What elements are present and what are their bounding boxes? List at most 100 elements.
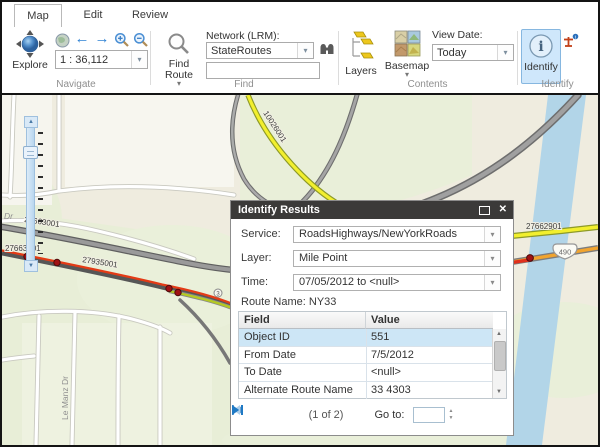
table-row[interactable]: Object ID 551	[239, 329, 493, 347]
field-cell: From Date	[239, 347, 367, 364]
arrow-left-icon: ←	[75, 30, 90, 47]
triangle-down-icon: ▼	[28, 263, 34, 269]
globe-icon	[55, 33, 70, 48]
table-scrollbar[interactable]: ▲ ▼	[492, 329, 506, 398]
layer-combobox[interactable]: Mile Point ▾	[293, 250, 501, 267]
slider-scale-ticks	[38, 132, 43, 254]
chevron-down-icon[interactable]: ▾	[484, 227, 500, 242]
network-lrm-value: StateRoutes	[211, 44, 295, 59]
shield-number-label: 490	[559, 248, 572, 257]
explore-label: Explore	[8, 59, 52, 71]
route-name-row: Route Name: NY33	[241, 296, 336, 308]
value-cell: <null>	[366, 364, 496, 381]
layer-label: Layer:	[241, 252, 272, 264]
explore-sphere-icon	[16, 30, 44, 58]
tab-edit[interactable]: Edit	[72, 4, 114, 26]
route-label-27662901: 27662901	[526, 222, 562, 231]
last-page-icon	[231, 404, 244, 416]
results-pager: (1 of 2) Go to: ▲ ▼	[231, 404, 513, 426]
group-label-navigate: Navigate	[2, 79, 150, 91]
identify-results-dialog: Identify Results ✕ Service: RoadsHighway…	[230, 200, 514, 436]
street-label-le-manz-dr: Le Manz Dr	[60, 376, 70, 420]
route-name-value: NY33	[309, 296, 337, 308]
next-extent-button[interactable]: →	[93, 32, 111, 46]
time-value: 07/05/2012 to <null>	[299, 275, 482, 289]
identify-info-icon: i	[528, 33, 554, 59]
full-extent-button[interactable]	[54, 33, 70, 49]
svg-text:i: i	[538, 39, 543, 55]
search-routes-button[interactable]	[318, 42, 336, 60]
value-cell: 7/5/2012	[366, 347, 496, 364]
group-separator	[150, 31, 151, 85]
scroll-up-icon[interactable]: ▲	[493, 329, 505, 340]
group-label-contents: Contents	[338, 79, 517, 91]
group-separator	[517, 31, 518, 85]
chevron-down-icon[interactable]: ▾	[484, 251, 500, 266]
value-cell: 551	[366, 329, 496, 346]
network-lrm-combobox[interactable]: StateRoutes ▾	[206, 42, 314, 59]
close-icon[interactable]: ✕	[499, 203, 507, 217]
scroll-down-icon[interactable]: ▼	[493, 387, 505, 398]
chevron-down-icon[interactable]: ▾	[497, 45, 513, 60]
dialog-title-bar[interactable]: Identify Results ✕	[231, 201, 513, 219]
zoom-in-icon	[114, 32, 130, 48]
table-row[interactable]: To Date <null>	[239, 364, 493, 382]
add-route-event-button[interactable]: i	[562, 33, 580, 52]
field-cell: Object ID	[239, 329, 367, 346]
value-cell: 33 4303	[366, 382, 496, 399]
map-scale-combobox[interactable]: 1 : 36,112 ▾	[55, 50, 148, 69]
previous-extent-button[interactable]: ←	[73, 32, 91, 46]
goto-page-input[interactable]	[413, 407, 445, 423]
time-combobox[interactable]: 07/05/2012 to <null> ▾	[293, 274, 501, 291]
zoom-in-button[interactable]	[113, 32, 130, 51]
field-cell: To Date	[239, 364, 367, 381]
tab-review[interactable]: Review	[124, 4, 176, 26]
map-canvas[interactable]: 490 3 27663001 27663101 27935001 2766290…	[2, 93, 598, 447]
chevron-down-icon[interactable]: ▾	[484, 275, 500, 290]
identify-button[interactable]: i Identify	[521, 29, 561, 84]
view-date-value: Today	[437, 46, 495, 61]
time-label: Time:	[241, 276, 268, 288]
map-scale-value: 1 : 36,112	[60, 52, 129, 69]
goto-label: Go to:	[374, 409, 404, 421]
ribbon-toolbar: Explore ← → 1 : 36,112	[2, 27, 598, 93]
slider-handle[interactable]	[23, 146, 38, 159]
table-row[interactable]: From Date 7/5/2012	[239, 347, 493, 365]
column-header-value[interactable]: Value	[366, 312, 493, 329]
zoom-out-icon	[133, 32, 149, 48]
triangle-up-icon: ▲	[28, 119, 34, 125]
service-value: RoadsHighways/NewYorkRoads	[299, 227, 482, 241]
layer-value: Mile Point	[299, 251, 482, 265]
spin-down-icon[interactable]: ▼	[448, 416, 453, 421]
chevron-down-icon[interactable]: ▾	[297, 43, 313, 58]
basemap-button[interactable]: Basemap ▾	[384, 30, 430, 78]
service-label: Service:	[241, 228, 281, 240]
application-window: Map Edit Review Explore ← →	[0, 0, 600, 447]
goto-spinner[interactable]: ▲ ▼	[448, 409, 453, 421]
spin-up-icon[interactable]: ▲	[448, 409, 453, 414]
find-route-magnifier-icon	[167, 32, 191, 56]
zoom-out-button[interactable]	[132, 32, 149, 51]
find-route-label: Find Route	[162, 59, 196, 81]
add-info-tool-icon: i	[563, 33, 579, 49]
chevron-down-icon[interactable]: ▾	[131, 51, 147, 68]
view-date-combobox[interactable]: Today ▾	[432, 44, 514, 61]
table-row[interactable]: Alternate Route Name 33 4303	[239, 382, 493, 400]
maximize-icon[interactable]	[479, 206, 490, 215]
tab-map[interactable]: Map	[14, 4, 62, 28]
identify-label: Identify	[522, 61, 560, 73]
layers-button[interactable]: Layers	[342, 30, 380, 77]
group-separator	[338, 31, 339, 85]
calibration-point-marker: 3	[214, 289, 222, 298]
column-header-field[interactable]: Field	[239, 312, 366, 329]
arrow-right-icon: →	[95, 30, 110, 47]
page-count-text: (1 of 2)	[309, 409, 344, 421]
slider-zoom-out-button[interactable]: ▼	[24, 260, 38, 272]
explore-button[interactable]: Explore	[8, 30, 52, 71]
route-name-input[interactable]	[206, 62, 320, 79]
service-combobox[interactable]: RoadsHighways/NewYorkRoads ▾	[293, 226, 501, 243]
route-name-label: Route Name:	[241, 296, 306, 308]
attributes-table: Field Value Object ID 551 From Date 7/5/…	[238, 311, 507, 399]
basemap-tiles-icon	[394, 30, 421, 57]
scrollbar-thumb[interactable]	[494, 341, 506, 371]
